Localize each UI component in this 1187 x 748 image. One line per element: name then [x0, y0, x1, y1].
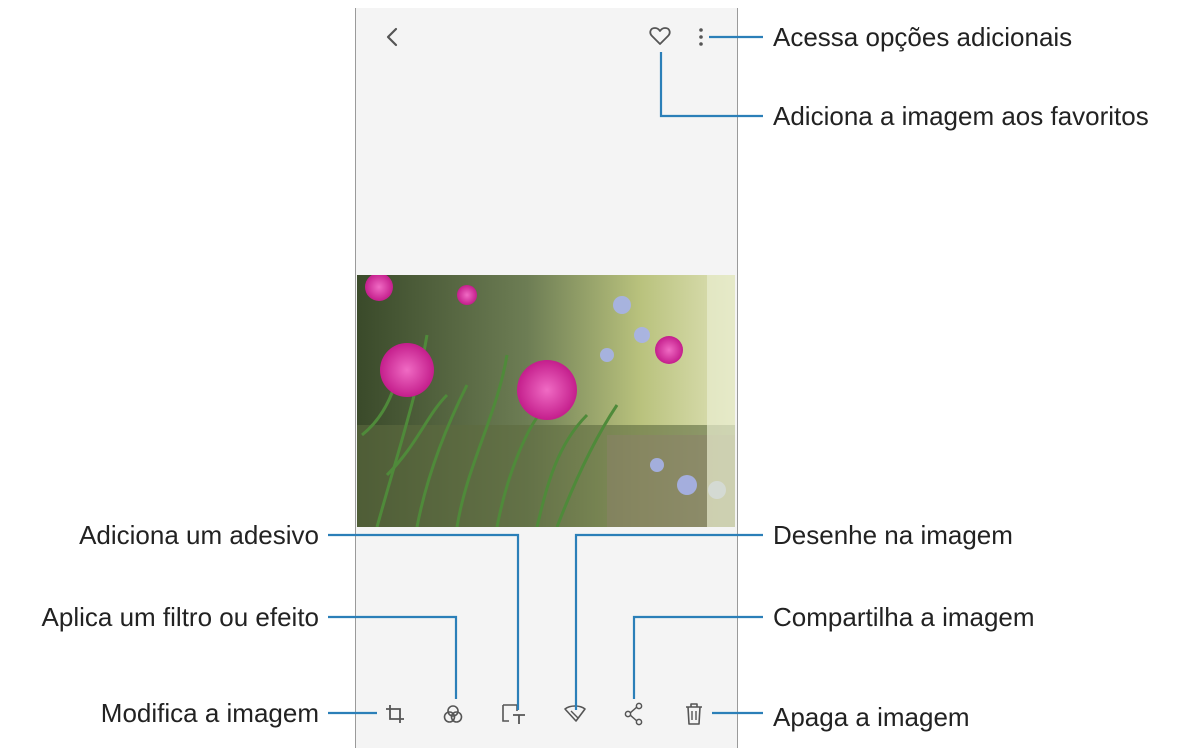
filter-icon[interactable] — [442, 703, 464, 725]
photo-image — [357, 275, 735, 527]
callout-delete: Apaga a imagem — [773, 702, 970, 732]
callout-sticker: Adiciona um adesivo — [79, 520, 319, 550]
callout-favorite: Adiciona a imagem aos favoritos — [773, 101, 1149, 131]
crop-rotate-icon[interactable] — [385, 703, 405, 725]
back-arrow-icon[interactable] — [383, 26, 403, 48]
callout-edit: Modifica a imagem — [100, 698, 319, 728]
heart-icon[interactable] — [649, 25, 671, 47]
sticker-icon[interactable] — [501, 703, 527, 725]
callout-more-options: Acessa opções adicionais — [773, 22, 1073, 52]
callout-share: Compartilha a imagem — [773, 602, 1035, 632]
callout-draw: Desenhe na imagem — [773, 520, 1013, 550]
draw-brush-icon[interactable] — [562, 703, 588, 725]
more-options-icon[interactable] — [696, 26, 706, 48]
callout-filter: Aplica um filtro ou efeito — [41, 602, 319, 632]
trash-icon[interactable] — [684, 702, 704, 726]
share-icon[interactable] — [624, 702, 644, 726]
